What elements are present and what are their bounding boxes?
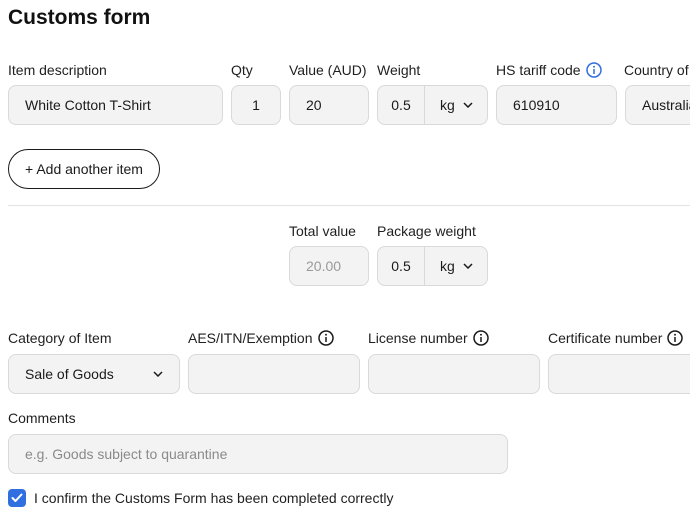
weight-unit-value: kg: [440, 97, 455, 113]
qty-input[interactable]: 1: [231, 85, 281, 125]
country-of-origin-label: Country of: [624, 62, 689, 78]
package-weight-unit-value: kg: [440, 258, 455, 274]
total-value-label: Total value: [289, 223, 356, 239]
hs-tariff-label: HS tariff code: [496, 61, 602, 79]
item-description-label: Item description: [8, 62, 107, 78]
aes-label: AES/ITN/Exemption: [188, 329, 334, 347]
certificate-input[interactable]: [548, 354, 690, 394]
info-icon[interactable]: [472, 330, 489, 346]
weight-unit-select[interactable]: kg: [425, 86, 487, 124]
package-weight-input[interactable]: 0.5: [378, 247, 425, 285]
info-icon[interactable]: [667, 330, 684, 346]
country-of-origin-select[interactable]: Australia: [625, 85, 690, 125]
divider: [8, 205, 690, 206]
package-weight-label: Package weight: [377, 223, 476, 239]
category-label: Category of Item: [8, 330, 112, 346]
chevron-down-icon: [463, 263, 473, 269]
comments-input[interactable]: e.g. Goods subject to quarantine: [8, 434, 508, 474]
confirm-checkbox[interactable]: [8, 489, 26, 507]
package-weight-unit-select[interactable]: kg: [425, 247, 487, 285]
weight-label: Weight: [377, 62, 421, 78]
chevron-down-icon: [153, 371, 163, 377]
weight-input[interactable]: 0.5: [378, 86, 425, 124]
package-weight-field: 0.5 kg: [377, 246, 488, 286]
chevron-down-icon: [463, 102, 473, 108]
weight-field: 0.5 kg: [377, 85, 488, 125]
license-label: License number: [368, 329, 489, 347]
aes-input[interactable]: [188, 354, 360, 394]
comments-label: Comments: [8, 410, 76, 426]
category-select[interactable]: Sale of Goods: [8, 354, 180, 394]
qty-label: Qty: [231, 62, 253, 78]
value-input[interactable]: 20: [289, 85, 369, 125]
aes-label-text: AES/ITN/Exemption: [188, 330, 313, 346]
category-value: Sale of Goods: [25, 366, 114, 382]
checkmark-icon: [11, 493, 23, 502]
total-value-field: 20.00: [289, 246, 369, 286]
info-icon[interactable]: [585, 62, 602, 78]
add-item-button[interactable]: + Add another item: [8, 149, 160, 189]
license-label-text: License number: [368, 330, 468, 346]
hs-tariff-input[interactable]: 610910: [496, 85, 617, 125]
license-input[interactable]: [368, 354, 540, 394]
certificate-label: Certificate number: [548, 329, 684, 347]
page-title: Customs form: [8, 6, 151, 29]
certificate-label-text: Certificate number: [548, 330, 663, 346]
item-description-input[interactable]: White Cotton T-Shirt: [8, 85, 223, 125]
info-icon[interactable]: [317, 330, 334, 346]
hs-tariff-label-text: HS tariff code: [496, 62, 581, 78]
confirm-label: I confirm the Customs Form has been comp…: [34, 490, 394, 506]
value-label: Value (AUD): [289, 62, 367, 78]
